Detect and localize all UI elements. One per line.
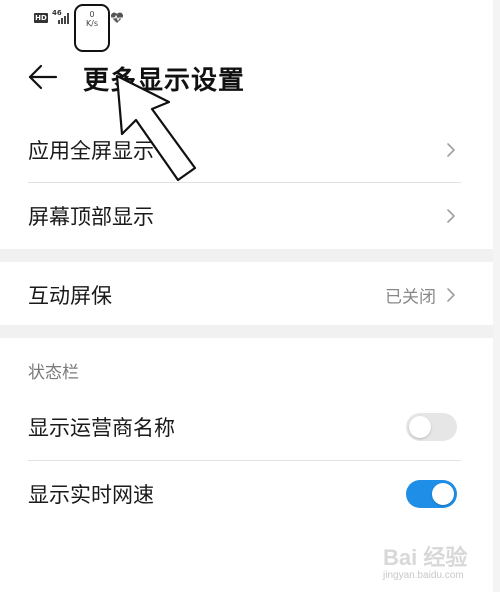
carrier-name-toggle[interactable] <box>406 413 457 441</box>
setting-row-screensaver[interactable]: 互动屏保 已关闭 <box>0 262 493 328</box>
signal-icon <box>58 13 69 24</box>
setting-label-top-display: 屏幕顶部显示 <box>28 205 154 229</box>
chevron-right-icon <box>447 288 455 302</box>
setting-row-net-speed[interactable]: 显示实时网速 <box>0 461 493 527</box>
section-gap <box>0 249 493 262</box>
section-gap <box>0 325 493 338</box>
net-speed-unit: K/s <box>85 19 99 28</box>
net-speed-indicator: 0 K/s <box>74 4 110 52</box>
setting-row-top-display[interactable]: 屏幕顶部显示 <box>0 183 493 249</box>
edge-strip <box>493 0 500 592</box>
watermark: Bai 经验 jingyan.baidu.com <box>383 540 493 588</box>
setting-label-net-speed: 显示实时网速 <box>28 483 154 507</box>
chevron-right-icon <box>447 209 455 223</box>
toggle-knob <box>432 483 454 505</box>
setting-row-carrier-name[interactable]: 显示运营商名称 <box>0 394 493 460</box>
status-bar: HD 46 0 K/s <box>0 0 500 52</box>
page-header: 更多显示设置 <box>0 52 500 102</box>
setting-label-carrier-name: 显示运营商名称 <box>28 416 175 440</box>
heart-pulse-icon <box>110 12 124 23</box>
section-header-status-bar: 状态栏 <box>28 363 79 383</box>
hd-badge: HD <box>34 13 48 23</box>
annotation-arrow-icon <box>115 74 197 182</box>
net-speed-toggle[interactable] <box>406 480 457 508</box>
back-arrow-icon[interactable] <box>28 64 58 90</box>
chevron-right-icon <box>447 143 455 157</box>
setting-row-fullscreen[interactable]: 应用全屏显示 <box>0 117 493 183</box>
setting-label-screensaver: 互动屏保 <box>28 284 112 308</box>
toggle-knob <box>409 416 431 438</box>
watermark-url: jingyan.baidu.com <box>383 570 464 581</box>
watermark-brand: Bai 经验 <box>383 545 468 570</box>
setting-value-screensaver: 已关闭 <box>385 287 436 308</box>
net-speed-value: 0 <box>89 10 95 19</box>
